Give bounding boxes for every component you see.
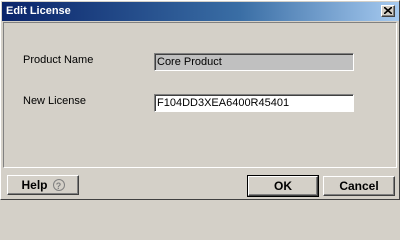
question-circle-icon: ? <box>52 179 65 191</box>
new-license-label: New License <box>23 95 86 107</box>
cancel-button[interactable]: Cancel <box>323 176 395 196</box>
dialog-content: Product Name Core Product New License <box>3 22 397 168</box>
edit-license-dialog: Edit License Product Name Core Product N… <box>0 0 400 200</box>
help-button[interactable]: Help ? <box>7 175 79 195</box>
new-license-input[interactable] <box>154 94 354 112</box>
product-name-label: Product Name <box>23 54 94 66</box>
close-button[interactable] <box>381 5 395 17</box>
help-button-label: Help <box>21 178 48 192</box>
ok-button[interactable]: OK <box>247 175 319 197</box>
close-icon <box>384 7 392 14</box>
product-name-field: Core Product <box>154 53 354 71</box>
dialog-title: Edit License <box>6 5 71 17</box>
title-bar[interactable]: Edit License <box>2 2 399 21</box>
